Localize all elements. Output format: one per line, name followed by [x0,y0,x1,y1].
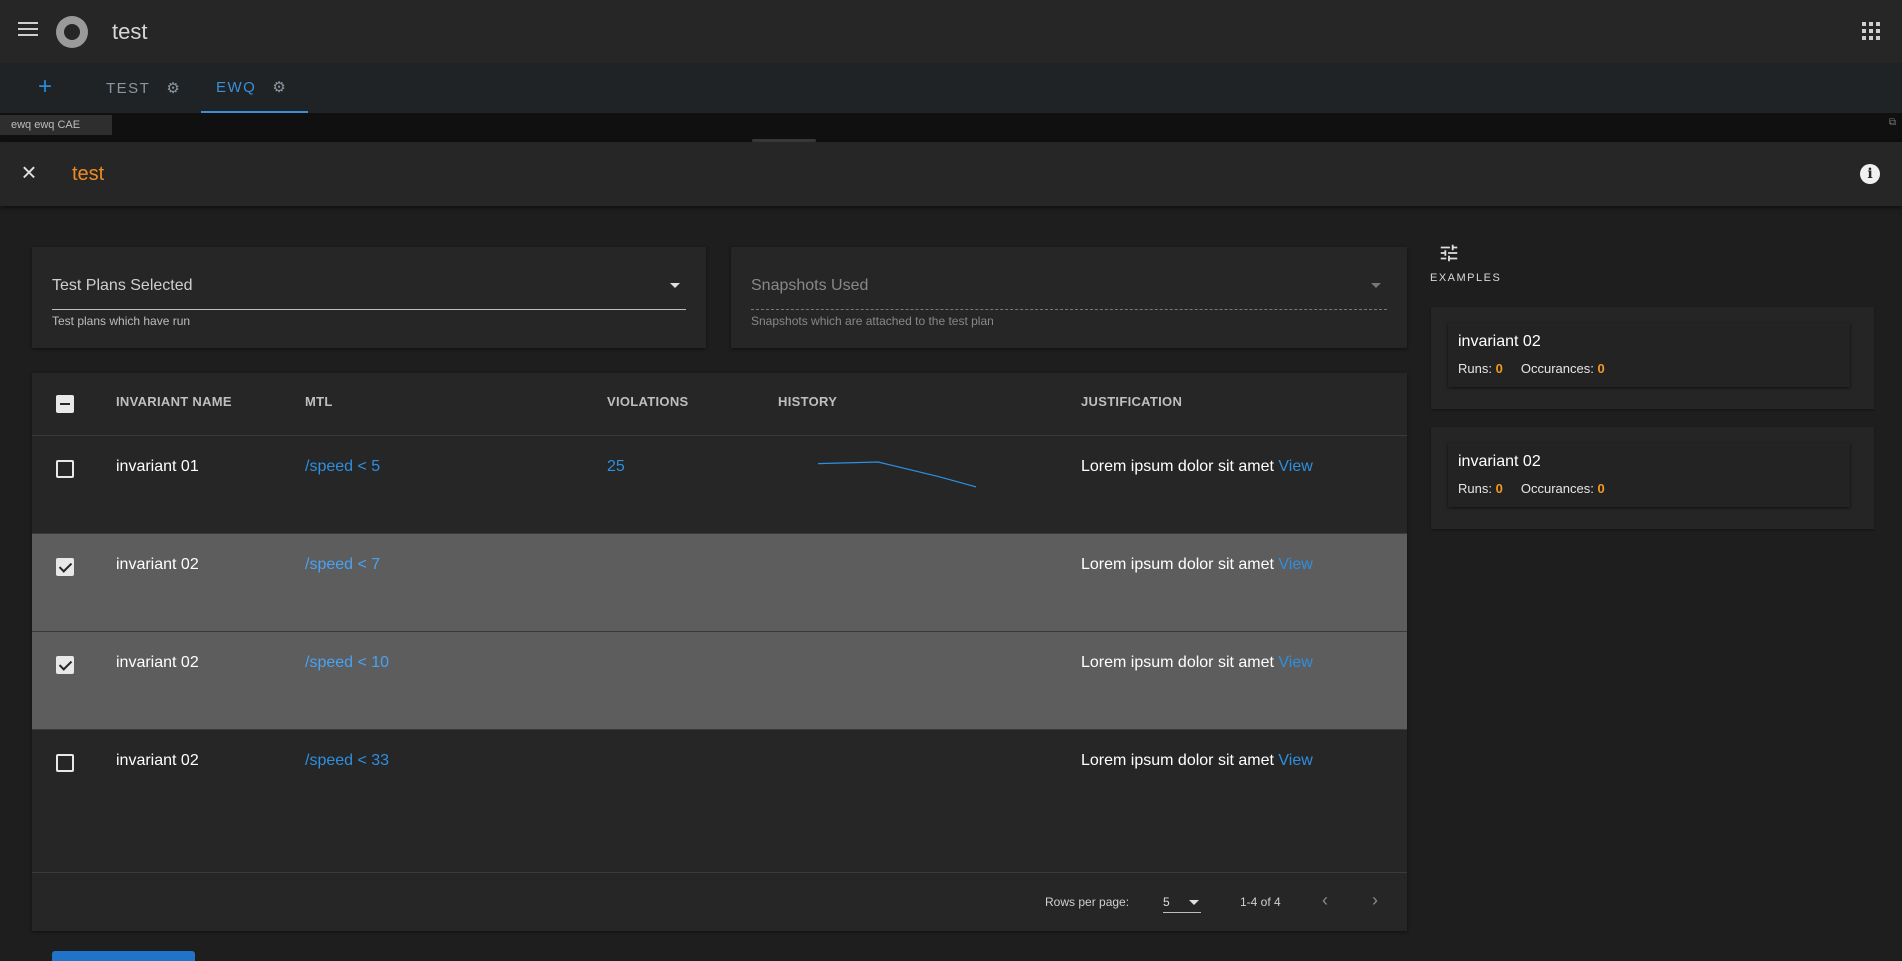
justification-text: Lorem ipsum dolor sit amet [1081,752,1274,769]
view-link[interactable]: View [1278,556,1312,573]
occurances-label: Occurances: [1520,361,1594,376]
occurances-count: 0 [1597,361,1605,376]
example-title: invariant 02 [1458,333,1541,350]
next-page-icon[interactable]: › [1372,890,1378,911]
justification-text: Lorem ipsum dolor sit amet [1081,654,1274,671]
justification: Lorem ipsum dolor sit amet View [1081,556,1313,574]
invariant-name: invariant 02 [116,654,199,671]
view-link[interactable]: View [1278,654,1312,671]
mtl-link[interactable]: /speed < 10 [305,654,389,672]
snapshots-select[interactable]: Snapshots Used Snapshots which are attac… [731,247,1407,348]
select-label: Test Plans Selected [52,277,193,294]
row-checkbox[interactable] [56,754,74,772]
example-card: invariant 02 Runs: 0 Occurances: 0 [1431,427,1874,529]
example-stats: Runs: 0 Occurances: 0 [1458,361,1605,376]
invariant-name: invariant 02 [116,556,199,573]
example-item[interactable]: invariant 02 Runs: 0 Occurances: 0 [1448,323,1850,387]
table-row[interactable]: invariant 02 /speed < 33 Lorem ipsum dol… [32,730,1407,828]
history-sparkline [817,461,976,488]
header-justification[interactable]: JUSTIFICATION [1081,394,1182,409]
table-row[interactable]: invariant 02 /speed < 7 Lorem ipsum dolo… [32,534,1407,632]
view-link[interactable]: View [1278,458,1312,475]
tab-label: TEST [106,79,151,97]
table-row[interactable]: invariant 02 /speed < 10 Lorem ipsum dol… [32,632,1407,730]
example-stats: Runs: 0 Occurances: 0 [1458,481,1605,496]
runs-label: Runs: [1458,481,1492,496]
table-header: INVARIANT NAME MTL VIOLATIONS HISTORY JU… [32,373,1407,436]
example-item[interactable]: invariant 02 Runs: 0 Occurances: 0 [1448,443,1850,507]
select-underline [751,309,1387,310]
gear-icon[interactable]: ⚙ [272,78,287,96]
restore-icon[interactable]: ⧉ [1889,117,1896,128]
test-plans-select[interactable]: Test Plans Selected Test plans which hav… [32,247,706,348]
invariants-table: INVARIANT NAME MTL VIOLATIONS HISTORY JU… [32,373,1407,931]
select-underline [52,309,686,310]
justification: Lorem ipsum dolor sit amet View [1081,752,1313,770]
mtl-link[interactable]: /speed < 5 [305,458,380,476]
tune-icon[interactable] [1438,242,1460,264]
info-icon[interactable]: i [1860,164,1880,184]
dropdown-arrow-icon[interactable] [1371,283,1381,288]
close-icon[interactable]: × [18,159,40,185]
table-pagination: Rows per page: 5 1-4 of 4 ‹ › [32,872,1407,931]
table-row[interactable]: invariant 01 /speed < 5 25 Lorem ipsum d… [32,436,1407,534]
gear-icon[interactable]: ⚙ [166,79,181,97]
row-checkbox[interactable] [56,460,74,478]
select-label: Snapshots Used [751,277,869,294]
dialog-header: × test i [0,142,1902,206]
header-violations[interactable]: VIOLATIONS [607,394,688,409]
window-chip[interactable]: ewq ewq CAE [0,115,112,135]
header-mtl[interactable]: MTL [305,394,333,409]
header-history[interactable]: HISTORY [778,394,837,409]
row-checkbox[interactable] [56,558,74,576]
apps-grid-icon[interactable] [1862,22,1880,40]
justification: Lorem ipsum dolor sit amet View [1081,654,1313,672]
occurances-label: Occurances: [1520,481,1594,496]
violations-link[interactable]: 25 [607,458,625,476]
dialog-title: test [72,163,105,185]
app-bar: test [0,0,1902,63]
select-helper-text: Snapshots which are attached to the test… [751,314,994,328]
tab-test[interactable]: TEST ⚙ [106,63,181,113]
justification: Lorem ipsum dolor sit amet View [1081,458,1313,476]
justification-text: Lorem ipsum dolor sit amet [1081,556,1274,573]
page-range: 1-4 of 4 [1240,895,1281,909]
tab-bar: + TEST ⚙ EWQ ⚙ [0,63,1902,113]
runs-count: 0 [1495,481,1503,496]
view-link[interactable]: View [1278,752,1312,769]
select-all-checkbox[interactable] [56,395,74,413]
rows-per-page-select[interactable]: 5 [1163,889,1201,913]
add-to-evidence-button[interactable] [52,951,195,961]
example-title: invariant 02 [1458,453,1541,470]
justification-text: Lorem ipsum dolor sit amet [1081,458,1274,475]
occurances-count: 0 [1597,481,1605,496]
app-title: test [112,19,148,44]
rows-per-page-label: Rows per page: [1045,895,1130,909]
app-logo [56,16,88,48]
tab-label: EWQ [216,78,257,96]
tab-ewq[interactable]: EWQ ⚙ [201,63,308,113]
prev-page-icon[interactable]: ‹ [1322,890,1328,911]
runs-label: Runs: [1458,361,1492,376]
add-tab-button[interactable]: + [30,73,60,103]
example-card: invariant 02 Runs: 0 Occurances: 0 [1431,307,1874,409]
select-helper-text: Test plans which have run [52,314,191,328]
dropdown-arrow-icon[interactable] [670,283,680,288]
examples-label: EXAMPLES [1430,272,1502,284]
row-checkbox[interactable] [56,656,74,674]
menu-icon[interactable] [18,22,38,38]
sub-strip: ewq ewq CAE ⧉ [0,113,1902,142]
mtl-link[interactable]: /speed < 7 [305,556,380,574]
invariant-name: invariant 01 [116,458,199,475]
mtl-link[interactable]: /speed < 33 [305,752,389,770]
invariant-name: invariant 02 [116,752,199,769]
runs-count: 0 [1495,361,1503,376]
header-invariant-name[interactable]: INVARIANT NAME [116,394,232,409]
